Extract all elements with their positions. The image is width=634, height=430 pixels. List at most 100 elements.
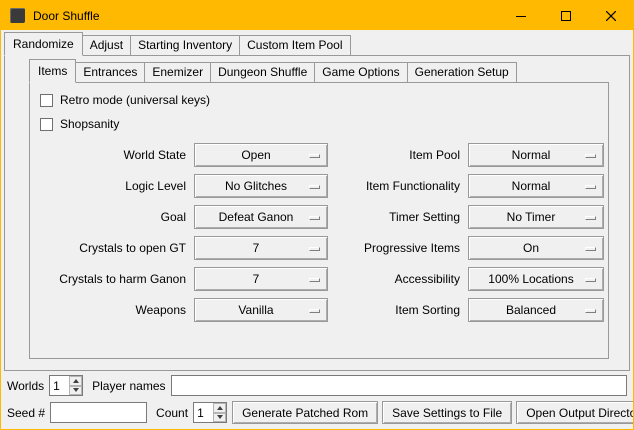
- dropdown-indicator-icon: [309, 278, 320, 282]
- crystals-ganon-value: 7: [253, 272, 270, 286]
- worlds-spinner-buttons: [69, 376, 82, 395]
- close-icon: [606, 11, 616, 21]
- progressive-items-dropdown[interactable]: On: [468, 236, 604, 260]
- worlds-spinner[interactable]: [49, 375, 83, 396]
- tab-dungeon-shuffle[interactable]: Dungeon Shuffle: [210, 62, 315, 82]
- logic-level-label: Logic Level: [40, 179, 188, 193]
- tab-game-options[interactable]: Game Options: [314, 62, 407, 82]
- worlds-label: Worlds: [7, 379, 44, 393]
- logic-level-value: No Glitches: [225, 179, 297, 193]
- world-state-label: World State: [40, 148, 188, 162]
- dropdown-indicator-icon: [309, 216, 320, 220]
- dropdown-indicator-icon: [585, 278, 596, 282]
- dropdown-indicator-icon: [585, 309, 596, 313]
- weapons-value: Vanilla: [238, 303, 283, 317]
- crystals-ganon-dropdown[interactable]: 7: [194, 267, 328, 291]
- tab-adjust[interactable]: Adjust: [82, 35, 131, 55]
- minimize-icon: [516, 11, 526, 21]
- item-pool-value: Normal: [512, 148, 561, 162]
- timer-setting-value: No Timer: [507, 210, 566, 224]
- save-settings-button[interactable]: Save Settings to File: [382, 401, 512, 424]
- items-pane: Retro mode (universal keys) Shopsanity W…: [29, 82, 609, 359]
- worlds-spin-down-button[interactable]: [69, 386, 82, 396]
- crystals-gt-dropdown[interactable]: 7: [194, 236, 328, 260]
- progressive-items-label: Progressive Items: [334, 241, 462, 255]
- arrow-up-icon: [217, 406, 223, 410]
- shopsanity-checkbox[interactable]: [40, 118, 53, 131]
- main-tab-bar: Randomize Adjust Starting Inventory Cust…: [1, 30, 633, 55]
- accessibility-label: Accessibility: [334, 272, 462, 286]
- count-spinner-buttons: [213, 403, 226, 422]
- tab-items[interactable]: Items: [29, 59, 76, 83]
- window-title: Door Shuffle: [33, 9, 100, 23]
- timer-setting-label: Timer Setting: [334, 210, 462, 224]
- generate-patched-rom-button[interactable]: Generate Patched Rom: [232, 401, 378, 424]
- item-functionality-dropdown[interactable]: Normal: [468, 174, 604, 198]
- dropdown-indicator-icon: [585, 185, 596, 189]
- dropdown-indicator-icon: [309, 247, 320, 251]
- player-names-label: Player names: [92, 379, 165, 393]
- tab-enemizer[interactable]: Enemizer: [144, 62, 211, 82]
- sub-tab-bar: Items Entrances Enemizer Dungeon Shuffle…: [5, 56, 629, 82]
- tab-custom-item-pool[interactable]: Custom Item Pool: [239, 35, 350, 55]
- accessibility-dropdown[interactable]: 100% Locations: [468, 267, 604, 291]
- seed-input[interactable]: [50, 402, 147, 423]
- dropdown-indicator-icon: [309, 309, 320, 313]
- shopsanity-label: Shopsanity: [60, 117, 119, 131]
- item-functionality-label: Item Functionality: [334, 179, 462, 193]
- worlds-row: Worlds Player names: [7, 375, 627, 396]
- count-label: Count: [156, 406, 188, 420]
- item-sorting-value: Balanced: [506, 303, 566, 317]
- goal-label: Goal: [40, 210, 188, 224]
- logic-level-dropdown[interactable]: No Glitches: [194, 174, 328, 198]
- bottom-controls: Worlds Player names Seed # Count: [7, 375, 627, 424]
- shopsanity-row: Shopsanity: [40, 115, 596, 133]
- options-grid: World State Open Item Pool Normal Logic …: [40, 143, 596, 322]
- goal-dropdown[interactable]: Defeat Ganon: [194, 205, 328, 229]
- arrow-up-icon: [73, 379, 79, 383]
- seed-row: Seed # Count Generate Patched Rom Save S…: [7, 401, 627, 424]
- app-window: Door Shuffle Randomize Adjust Starting I…: [0, 0, 634, 430]
- world-state-dropdown[interactable]: Open: [194, 143, 328, 167]
- seed-label: Seed #: [7, 406, 45, 420]
- accessibility-value: 100% Locations: [488, 272, 583, 286]
- crystals-gt-label: Crystals to open GT: [40, 241, 188, 255]
- dropdown-indicator-icon: [309, 185, 320, 189]
- open-output-directory-button[interactable]: Open Output Directory: [516, 401, 634, 424]
- player-names-input[interactable]: [171, 375, 628, 396]
- arrow-down-icon: [73, 388, 79, 392]
- count-spin-up-button[interactable]: [213, 403, 226, 413]
- dropdown-indicator-icon: [309, 154, 320, 158]
- worlds-input[interactable]: [50, 376, 69, 395]
- retro-mode-label: Retro mode (universal keys): [60, 93, 210, 107]
- worlds-spin-up-button[interactable]: [69, 376, 82, 386]
- tab-randomize[interactable]: Randomize: [4, 32, 83, 56]
- timer-setting-dropdown[interactable]: No Timer: [468, 205, 604, 229]
- weapons-dropdown[interactable]: Vanilla: [194, 298, 328, 322]
- tab-starting-inventory[interactable]: Starting Inventory: [130, 35, 240, 55]
- item-sorting-dropdown[interactable]: Balanced: [468, 298, 604, 322]
- dropdown-indicator-icon: [585, 216, 596, 220]
- titlebar: Door Shuffle: [1, 1, 633, 30]
- maximize-button[interactable]: [543, 1, 588, 30]
- world-state-value: Open: [241, 148, 280, 162]
- goal-value: Defeat Ganon: [219, 210, 304, 224]
- retro-mode-checkbox[interactable]: [40, 94, 53, 107]
- caption-buttons: [498, 1, 633, 30]
- minimize-button[interactable]: [498, 1, 543, 30]
- dropdown-indicator-icon: [585, 247, 596, 251]
- count-spinner[interactable]: [193, 402, 227, 423]
- count-input[interactable]: [194, 403, 213, 422]
- crystals-ganon-label: Crystals to harm Ganon: [40, 272, 188, 286]
- arrow-down-icon: [217, 415, 223, 419]
- retro-mode-row: Retro mode (universal keys): [40, 91, 596, 109]
- randomize-pane: Items Entrances Enemizer Dungeon Shuffle…: [4, 55, 630, 371]
- item-pool-dropdown[interactable]: Normal: [468, 143, 604, 167]
- item-sorting-label: Item Sorting: [334, 303, 462, 317]
- close-button[interactable]: [588, 1, 633, 30]
- tab-entrances[interactable]: Entrances: [75, 62, 145, 82]
- tab-generation-setup[interactable]: Generation Setup: [407, 62, 517, 82]
- count-spin-down-button[interactable]: [213, 413, 226, 423]
- weapons-label: Weapons: [40, 303, 188, 317]
- crystals-gt-value: 7: [253, 241, 270, 255]
